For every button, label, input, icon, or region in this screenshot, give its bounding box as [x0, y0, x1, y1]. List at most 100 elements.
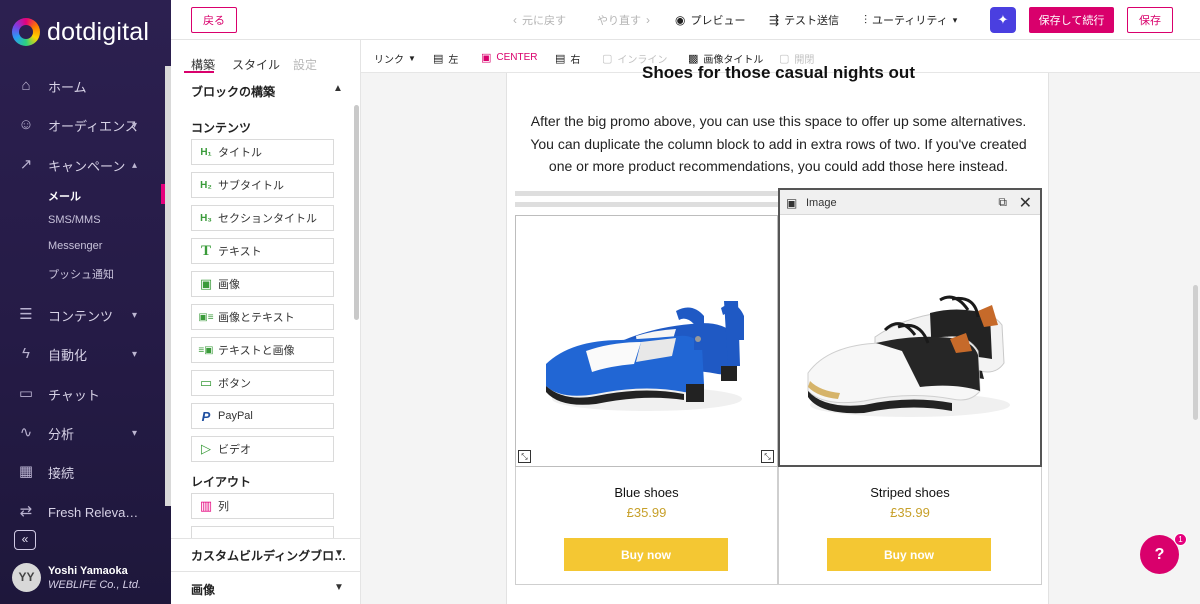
nav-item-audience[interactable]: ☺ オーディエンス ▾	[0, 110, 165, 140]
chat-icon: ▭	[18, 385, 34, 402]
close-icon[interactable]: ✕	[1019, 193, 1032, 213]
chevron-down-icon: ▼	[408, 54, 416, 63]
nav-item-connect[interactable]: ▦ 接続	[0, 457, 165, 487]
block-button[interactable]: ▭ ボタン	[191, 370, 334, 396]
automation-icon: ϟ	[22, 345, 30, 362]
divider	[171, 538, 360, 539]
divider	[171, 571, 360, 572]
email-headline[interactable]: Shoes for those casual nights out	[507, 63, 1050, 83]
fresh-relevance-icon: ⇄	[19, 503, 33, 520]
align-center-icon: ▣	[481, 52, 492, 64]
product-price[interactable]: £35.99	[778, 505, 1042, 520]
striped-shoes-image	[807, 295, 1010, 417]
section-images[interactable]: 画像	[191, 581, 215, 598]
nav-sub-messenger[interactable]: Messenger	[48, 240, 102, 252]
block-partial[interactable]	[191, 526, 334, 538]
utility-dropdown[interactable]: ⫶ ユーティリティ ▾	[864, 12, 957, 28]
block-image[interactable]: ▣ 画像	[191, 271, 334, 297]
nav-sub-sms[interactable]: SMS/MMS	[48, 214, 101, 226]
block-video[interactable]: ▷ ビデオ	[191, 436, 334, 462]
chevron-down-icon: ▾	[952, 14, 958, 25]
block-text[interactable]: T テキスト	[191, 238, 334, 264]
tab-settings[interactable]: 設定	[293, 56, 317, 73]
nav-item-chat[interactable]: ▭ チャット	[0, 379, 165, 409]
preview-button[interactable]: ◉ プレビュー	[675, 12, 745, 28]
text-image-icon: ≡▣	[198, 344, 214, 356]
align-left-icon: ▤	[433, 53, 444, 65]
email-paragraph[interactable]: After the big promo above, you can use t…	[523, 110, 1034, 178]
undo-button[interactable]: ‹ 元に戻す	[513, 12, 566, 28]
chevron-down-icon: ▾	[132, 348, 138, 360]
image-icon: ▣	[199, 276, 213, 291]
product-name[interactable]: Blue shoes	[515, 485, 778, 500]
block-image-text[interactable]: ▣≡ 画像とテキスト	[191, 304, 334, 330]
test-send-button[interactable]: ⇶ テスト送信	[769, 12, 839, 28]
spacer-bar	[515, 202, 778, 207]
block-paypal[interactable]: P PayPal	[191, 403, 334, 429]
logo-text: dotdigital	[47, 17, 150, 46]
build-panel: 構築 スタイル 設定 ブロックの構築 ▲ コンテンツ H₁ タイトル H₂ サブ…	[171, 40, 361, 604]
nav-sub-push[interactable]: プッシュ通知	[48, 266, 114, 282]
block-text-image[interactable]: ≡▣ テキストと画像	[191, 337, 334, 363]
chevron-right-icon: ›	[646, 13, 650, 27]
nav-item-label: 自動化	[48, 347, 88, 363]
duplicate-icon[interactable]: ⧉	[998, 195, 1007, 210]
user-name: Yoshi Yamaoka	[48, 565, 128, 577]
block-title[interactable]: H₁ タイトル	[191, 139, 334, 165]
chevron-left-icon: ‹	[513, 13, 517, 27]
buy-now-button[interactable]: Buy now	[827, 538, 991, 571]
help-icon: ?	[1154, 546, 1165, 563]
analytics-icon: ∿	[19, 424, 33, 441]
video-icon: ▷	[201, 441, 211, 456]
nav-item-home[interactable]: ⌂ ホーム	[0, 71, 165, 101]
sparkle-icon: ✦	[997, 12, 1009, 27]
nav-item-campaign[interactable]: ↗ キャンペーン ▴	[0, 150, 165, 180]
chevron-up-icon: ▴	[132, 159, 138, 171]
block-subtitle[interactable]: H₂ サブタイトル	[191, 172, 334, 198]
resize-icon[interactable]: ⤡	[518, 450, 531, 463]
nav-item-analytics[interactable]: ∿ 分析 ▾	[0, 418, 165, 448]
button-icon: ▭	[199, 375, 213, 390]
image-text-icon: ▣≡	[198, 311, 214, 323]
product-price[interactable]: £35.99	[515, 505, 778, 520]
nav-sub-email[interactable]: メール	[48, 188, 81, 204]
sliders-icon: ⫶	[864, 12, 868, 27]
buy-now-button[interactable]: Buy now	[564, 538, 728, 571]
blue-shoes-image	[546, 301, 744, 411]
campaign-icon: ↗	[19, 156, 33, 173]
h3-icon: H₃	[200, 212, 212, 224]
resize-icon[interactable]: ⤡	[761, 450, 774, 463]
chevron-down-icon[interactable]: ▼	[334, 582, 344, 593]
canvas-scrollbar[interactable]	[1193, 285, 1198, 420]
nav-item-content[interactable]: ☰ コンテンツ ▾	[0, 300, 165, 330]
collapse-nav-button[interactable]: «	[14, 530, 36, 550]
section-custom-blocks[interactable]: カスタムビルディングブロ…	[191, 547, 346, 564]
ai-assist-button[interactable]: ✦	[990, 7, 1016, 33]
nav-item-fresh-relevance[interactable]: ⇄ Fresh Releva…	[0, 497, 165, 527]
nav-item-automation[interactable]: ϟ 自動化 ▾	[0, 339, 165, 369]
panel-scrollbar[interactable]	[354, 105, 359, 320]
columns-icon: ▥	[199, 498, 213, 513]
save-button[interactable]: 保存	[1127, 7, 1173, 33]
block-section-title[interactable]: H₃ セクションタイトル	[191, 205, 334, 231]
tab-style[interactable]: スタイル	[232, 56, 280, 73]
active-tab-underline	[184, 71, 214, 73]
link-dropdown[interactable]: リンク ▼	[374, 51, 416, 66]
logo-mark-icon	[12, 18, 40, 46]
back-button[interactable]: 戻る	[191, 7, 237, 33]
product-image-1[interactable]	[515, 215, 778, 467]
chevron-down-icon[interactable]: ▼	[334, 548, 344, 559]
align-left-button[interactable]: ▤ 左	[433, 51, 458, 66]
product-name[interactable]: Striped shoes	[778, 485, 1042, 500]
dotdigital-logo[interactable]: dotdigital	[12, 16, 149, 48]
nav-item-label: オーディエンス	[48, 118, 138, 134]
avatar[interactable]: YY	[12, 563, 41, 592]
product-column-1: ⤡ ⤡ Blue shoes £35.99 Buy now	[515, 215, 778, 585]
save-and-continue-button[interactable]: 保存して続行	[1029, 7, 1114, 33]
chevron-up-icon[interactable]: ▲	[333, 83, 343, 94]
product-image-2[interactable]: ▣ Image ⧉ ✕	[778, 188, 1042, 467]
block-columns[interactable]: ▥ 列	[191, 493, 334, 519]
section-build-blocks[interactable]: ブロックの構築	[191, 83, 275, 100]
nav-item-label: キャンペーン	[48, 158, 126, 174]
redo-button[interactable]: やり直す ›	[597, 12, 655, 28]
